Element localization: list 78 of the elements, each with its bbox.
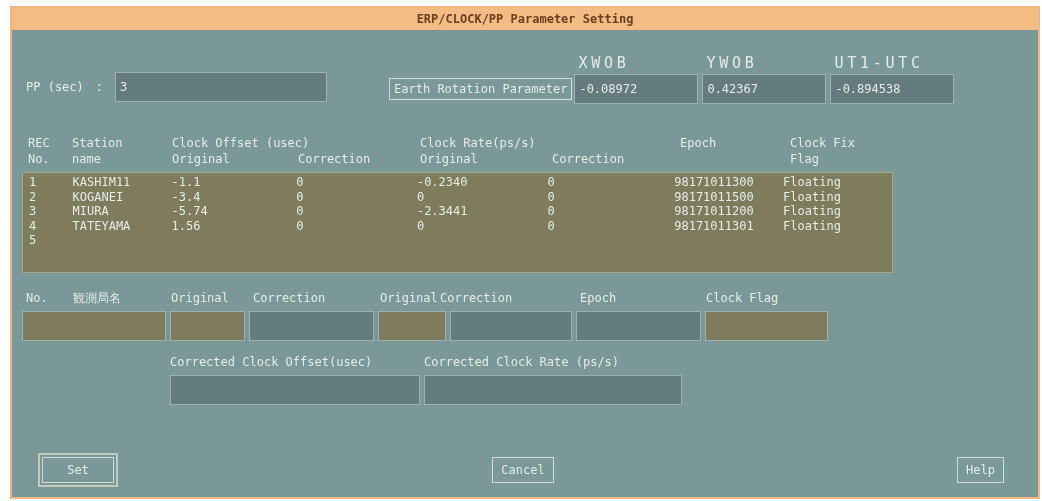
entry-field[interactable]: [576, 311, 701, 341]
window-title: ERP/CLOCK/PP Parameter Setting: [416, 11, 634, 28]
table-cell: 1: [29, 175, 37, 189]
column-header: Station: [72, 136, 123, 150]
table-cell: Floating: [783, 204, 841, 218]
entry-field[interactable]: [249, 311, 374, 341]
table-cell: 0: [296, 204, 304, 218]
table-cell: 98171011301: [674, 218, 754, 233]
entry-field[interactable]: [22, 311, 166, 341]
table-cell: 0: [547, 189, 555, 204]
table-cell: KOGANEI: [72, 189, 124, 204]
table-cell: 0: [296, 189, 304, 204]
table-cell: 5: [29, 233, 37, 247]
column-header: Epoch: [680, 136, 717, 150]
entry-field[interactable]: [450, 311, 572, 341]
colon: :: [95, 79, 104, 96]
table-cell: MIURA: [72, 204, 109, 218]
column-header: Clock Rate(ps/s): [420, 136, 536, 150]
table-cell: 2: [29, 189, 37, 204]
column-header: Original: [172, 152, 230, 166]
column-header: Correction: [298, 152, 371, 166]
corrected-field[interactable]: [424, 375, 682, 405]
field-label: Correction: [253, 291, 326, 305]
entry-field[interactable]: [170, 311, 245, 341]
dialog-button[interactable]: Help: [957, 457, 1004, 483]
pp-label: PP (sec): [26, 79, 84, 96]
field-label: 観測局名: [73, 291, 121, 305]
value-field[interactable]: -0.08972: [574, 74, 699, 104]
table-cell: -0.2340: [416, 175, 468, 189]
table-cell: 98171011300: [674, 175, 754, 189]
table-cell: 1.56: [171, 218, 201, 233]
field-label: No.: [26, 291, 48, 305]
column-header: Original: [420, 152, 478, 166]
field-label: UT1-UTC: [833, 52, 925, 74]
field-label: XWOB: [577, 52, 631, 74]
column-header: Correction: [552, 152, 625, 166]
pp-field[interactable]: 3: [115, 72, 328, 102]
column-header: Clock Offset (usec): [172, 136, 310, 150]
field-label: Clock Flag: [706, 291, 779, 305]
field-label: Epoch: [580, 291, 617, 305]
corrected-field[interactable]: [170, 375, 420, 405]
table-cell: -1.1: [171, 175, 201, 189]
field-label: Corrected Clock Rate (ps/s): [424, 354, 621, 371]
table-cell: 4: [29, 218, 37, 233]
table-cell: 0: [547, 204, 555, 218]
dialog-button[interactable]: Cancel: [492, 457, 554, 483]
table-cell: 0: [547, 175, 555, 189]
table-cell: TATEYAMA: [72, 218, 131, 233]
column-header: No.: [28, 152, 50, 166]
table-cell: 0: [547, 218, 555, 233]
column-header: REC: [28, 136, 50, 150]
table-cell: 98171011200: [674, 204, 754, 218]
table-cell: 0: [296, 175, 304, 189]
column-header: Clock Fix: [790, 136, 856, 150]
table-cell: Floating: [783, 218, 841, 233]
table-cell: 0: [416, 189, 425, 204]
field-label: Original: [171, 291, 229, 305]
table-cell: -5.74: [171, 204, 208, 218]
field-label: YWOB: [705, 52, 759, 74]
field-label: Corrected Clock Offset(usec): [170, 354, 374, 371]
entry-field[interactable]: [378, 311, 446, 341]
table-cell: -3.4: [171, 189, 201, 204]
table-cell: 0: [296, 218, 304, 233]
entry-field[interactable]: [705, 311, 828, 341]
table-cell: -2.3441: [416, 204, 468, 218]
earth-rotation-parameter-button[interactable]: Earth Rotation Parameter: [389, 78, 573, 100]
table-cell: 98171011500: [674, 189, 754, 204]
value-field[interactable]: 0.42367: [702, 74, 827, 104]
table-cell: Floating: [783, 189, 841, 204]
value-field[interactable]: -0.894538: [830, 74, 955, 104]
field-label: Correction: [440, 291, 513, 305]
column-header: name: [72, 152, 101, 166]
column-header: Flag: [790, 152, 819, 166]
table-cell: Floating: [783, 175, 841, 189]
table-cell: 3: [29, 204, 37, 218]
table-cell: KASHIM11: [72, 175, 131, 189]
field-label: Original: [380, 291, 438, 305]
table-cell: 0: [416, 218, 425, 233]
